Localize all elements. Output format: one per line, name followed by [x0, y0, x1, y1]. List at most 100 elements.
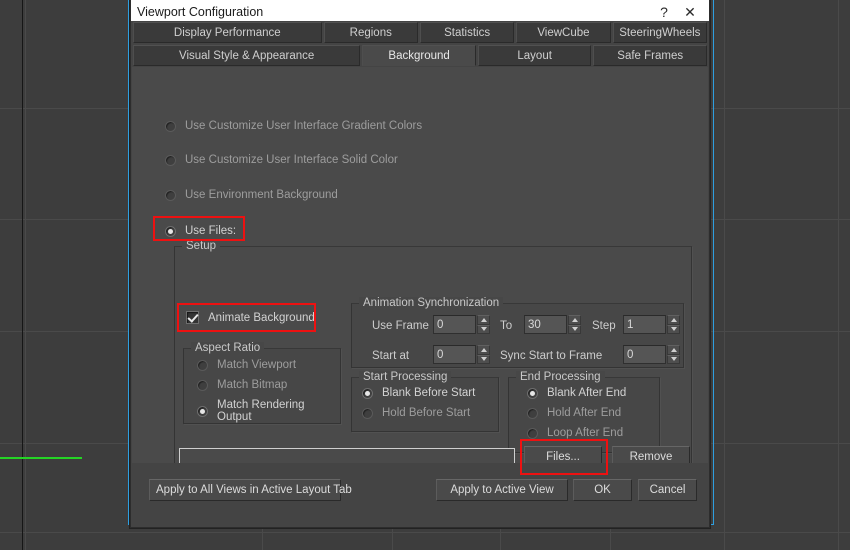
option-loop-after-end-label: Loop After End — [547, 427, 624, 439]
radio-blank-before-start[interactable] — [362, 387, 373, 399]
option-match-viewport-label: Match Viewport — [217, 359, 297, 371]
animate-background-checkbox[interactable] — [186, 311, 199, 324]
apply-all-views-button[interactable]: Apply to All Views in Active Layout Tab — [149, 479, 352, 501]
step-label: Step — [592, 320, 616, 332]
radio-match-rendering-output[interactable] — [197, 405, 208, 417]
tab-row-2: Visual Style & Appearance Background Lay… — [132, 44, 708, 67]
tab-layout[interactable]: Layout — [477, 45, 592, 66]
tab-regions[interactable]: Regions — [323, 22, 418, 43]
start-processing-group: Start Processing Blank Before Start Hold… — [351, 371, 499, 432]
aspect-ratio-group-title: Aspect Ratio — [191, 342, 265, 354]
spinner-up-icon[interactable] — [568, 315, 581, 325]
animation-sync-group-title: Animation Synchronization — [359, 297, 504, 309]
tab-safe-frames[interactable]: Safe Frames — [593, 45, 707, 66]
radio-match-bitmap[interactable] — [197, 379, 208, 391]
tab-steeringwheels[interactable]: SteeringWheels — [612, 22, 707, 43]
sync-start-to-frame-input[interactable] — [623, 345, 666, 364]
option-solid-color[interactable]: Use Customize User Interface Solid Color — [165, 154, 398, 166]
help-icon[interactable]: ? — [651, 5, 677, 20]
option-match-rendering-output[interactable]: Match Rendering Output — [197, 399, 340, 423]
animate-background-row[interactable]: Animate Background — [186, 311, 315, 324]
option-blank-after-end[interactable]: Blank After End — [527, 387, 626, 399]
setup-group: Setup Animate Background Aspect Ratio Ma… — [174, 240, 692, 476]
end-processing-group: End Processing Blank After End Hold Afte… — [508, 371, 660, 453]
spinner-down-icon[interactable] — [667, 354, 680, 364]
spinner-down-icon[interactable] — [568, 324, 581, 334]
option-match-bitmap-label: Match Bitmap — [217, 379, 288, 391]
option-use-files-label: Use Files: — [185, 225, 237, 237]
ok-button[interactable]: OK — [573, 479, 632, 501]
start-at-label: Start at — [372, 350, 410, 362]
dialog-title: Viewport Configuration — [137, 5, 264, 19]
start-at-spinner[interactable] — [477, 345, 490, 364]
option-environment-background[interactable]: Use Environment Background — [165, 189, 338, 201]
use-frame-field[interactable] — [433, 315, 490, 334]
option-environment-background-label: Use Environment Background — [185, 189, 338, 201]
step-field[interactable] — [623, 315, 680, 334]
option-blank-before-start-label: Blank Before Start — [382, 387, 476, 399]
tab-row-1: Display Performance Regions Statistics V… — [132, 21, 708, 44]
radio-loop-after-end[interactable] — [527, 427, 538, 439]
to-frame-field[interactable] — [524, 315, 581, 334]
use-frame-label: Use Frame — [372, 320, 429, 332]
end-processing-group-title: End Processing — [516, 371, 605, 383]
step-spinner[interactable] — [667, 315, 680, 334]
setup-group-title: Setup — [182, 240, 221, 252]
to-frame-spinner[interactable] — [568, 315, 581, 334]
animate-background-label: Animate Background — [208, 311, 315, 324]
cancel-button[interactable]: Cancel — [638, 479, 697, 501]
spinner-down-icon[interactable] — [667, 324, 680, 334]
radio-solid-color[interactable] — [165, 154, 176, 166]
tab-viewcube[interactable]: ViewCube — [516, 22, 611, 43]
spinner-up-icon[interactable] — [667, 345, 680, 355]
radio-match-viewport[interactable] — [197, 359, 208, 371]
spinner-down-icon[interactable] — [477, 324, 490, 334]
option-hold-after-end-label: Hold After End — [547, 407, 622, 419]
background-settings-panel: Use Customize User Interface Gradient Co… — [132, 67, 708, 505]
option-gradient-colors[interactable]: Use Customize User Interface Gradient Co… — [165, 120, 422, 132]
sync-start-to-frame-label: Sync Start to Frame — [500, 350, 603, 362]
start-at-input[interactable] — [433, 345, 476, 364]
option-loop-after-end[interactable]: Loop After End — [527, 427, 623, 439]
radio-hold-after-end[interactable] — [527, 407, 538, 419]
dialog-titlebar: Viewport Configuration ? ✕ — [131, 0, 709, 21]
to-label: To — [500, 320, 513, 332]
radio-blank-after-end[interactable] — [527, 387, 538, 399]
option-hold-before-start[interactable]: Hold Before Start — [362, 407, 470, 419]
start-processing-group-title: Start Processing — [359, 371, 452, 383]
start-at-field[interactable] — [433, 345, 490, 364]
use-frame-input[interactable] — [433, 315, 476, 334]
tab-statistics[interactable]: Statistics — [419, 22, 515, 43]
spinner-up-icon[interactable] — [477, 315, 490, 325]
radio-environment-background[interactable] — [165, 189, 176, 201]
tab-display-performance[interactable]: Display Performance — [133, 22, 322, 43]
spinner-up-icon[interactable] — [477, 345, 490, 355]
dialog-footer: Apply to All Views in Active Layout Tab … — [131, 463, 709, 527]
sync-start-to-frame-field[interactable] — [623, 345, 680, 364]
sync-start-spinner[interactable] — [667, 345, 680, 364]
spinner-down-icon[interactable] — [477, 354, 490, 364]
step-input[interactable] — [623, 315, 666, 334]
use-frame-spinner[interactable] — [477, 315, 490, 334]
option-hold-after-end[interactable]: Hold After End — [527, 407, 621, 419]
radio-use-files[interactable] — [165, 225, 176, 237]
scene-object-green — [0, 457, 82, 550]
tab-background[interactable]: Background — [362, 45, 476, 66]
option-match-bitmap[interactable]: Match Bitmap — [197, 379, 287, 391]
option-match-viewport[interactable]: Match Viewport — [197, 359, 296, 371]
to-frame-input[interactable] — [524, 315, 567, 334]
option-use-files[interactable]: Use Files: — [165, 225, 236, 237]
apply-active-view-button[interactable]: Apply to Active View — [436, 479, 568, 501]
tab-visual-style-appearance[interactable]: Visual Style & Appearance — [133, 45, 361, 66]
radio-gradient-colors[interactable] — [165, 120, 176, 132]
close-icon[interactable]: ✕ — [677, 5, 703, 20]
grid-line — [838, 0, 839, 550]
spinner-up-icon[interactable] — [667, 315, 680, 325]
tab-bar: Display Performance Regions Statistics V… — [131, 21, 709, 67]
viewport-configuration-dialog: Viewport Configuration ? ✕ Display Perfo… — [130, 0, 710, 528]
radio-hold-before-start[interactable] — [362, 407, 373, 419]
option-solid-color-label: Use Customize User Interface Solid Color — [185, 154, 398, 166]
option-blank-before-start[interactable]: Blank Before Start — [362, 387, 475, 399]
option-blank-after-end-label: Blank After End — [547, 387, 627, 399]
grid-line — [724, 0, 725, 550]
